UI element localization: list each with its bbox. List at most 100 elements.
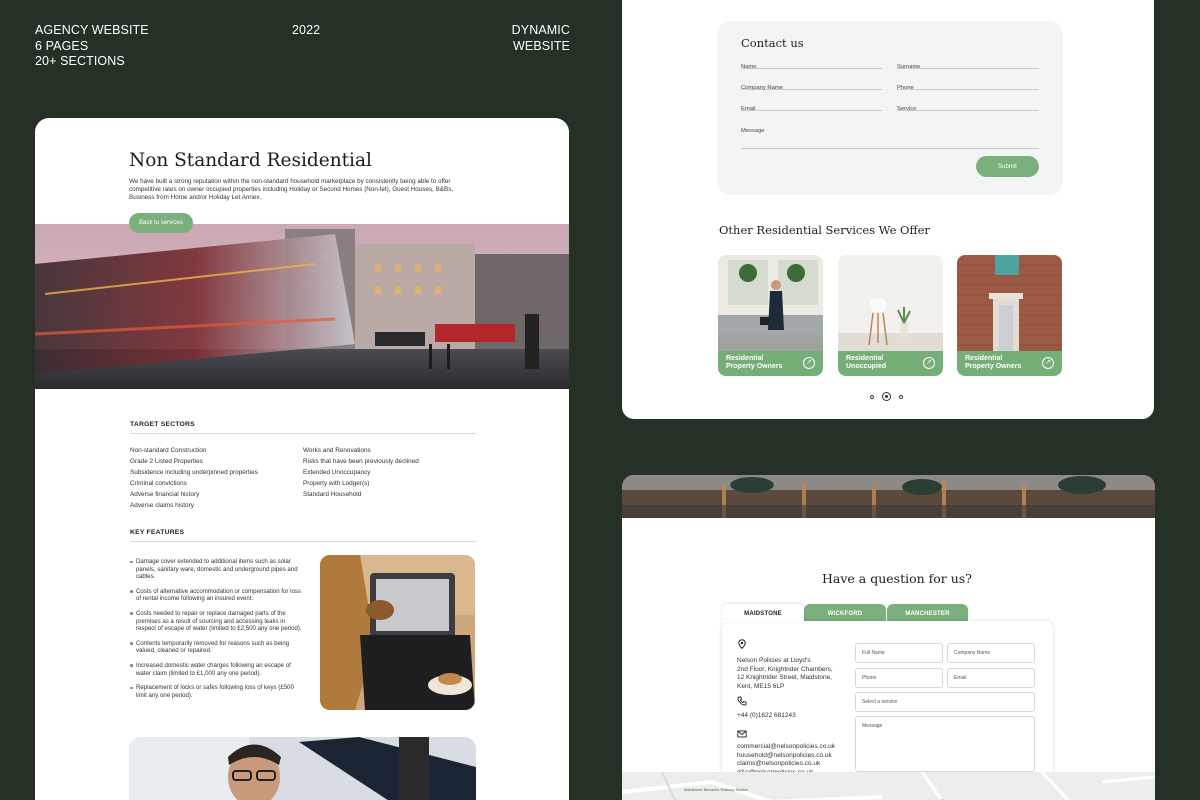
field-label: Message — [741, 128, 765, 134]
carousel-dot-active[interactable] — [882, 392, 891, 401]
service-card-label: Residential Property Owners — [726, 355, 782, 371]
email-link[interactable]: household@nelsonpolicies.co.uk — [737, 752, 835, 761]
service-card-label: Residential Unoccupied — [846, 355, 886, 371]
carousel-dot[interactable] — [899, 394, 903, 399]
field-label: Surname — [897, 64, 921, 70]
sectors-list-right: Works and Renovations Risks that have be… — [303, 445, 419, 500]
map-station-label: Maidstone Barracks Railway Station — [684, 787, 749, 792]
list-item: Risks that have been previously declined — [303, 458, 419, 466]
carousel-dot[interactable] — [870, 394, 874, 399]
office-address: Nelson Policies at Lloyd's 2nd Floor, Kn… — [737, 657, 833, 691]
label-line: Property Owners — [726, 363, 783, 370]
service-card-property-owners-2[interactable]: Residential Property Owners ↗ — [957, 255, 1062, 376]
contact-page-card: Contact us Name Surname Company Name Pho… — [622, 0, 1154, 419]
header-line: AGENCY WEBSITE — [35, 23, 149, 37]
field-label: Name — [741, 64, 757, 70]
full-name-input[interactable]: Full Name — [855, 643, 943, 663]
other-services-title: Other Residential Services We Offer — [719, 223, 930, 237]
back-to-services-button[interactable]: Back to services — [129, 213, 193, 233]
office-interior-illustration — [622, 475, 1155, 518]
list-item: Criminal convictions — [130, 480, 187, 488]
service-field[interactable]: Service — [897, 97, 1039, 112]
surname-field[interactable]: Surname — [897, 55, 1039, 70]
header-line: 20+ SECTIONS — [35, 54, 125, 68]
message-field[interactable]: Message — [741, 119, 1039, 149]
label-line: Residential — [726, 355, 764, 362]
address-line: 12 Knightrider Street, Maidstone, — [737, 674, 833, 681]
office-phone[interactable]: +44 (0)1622 681243 — [737, 712, 796, 721]
header-line: 6 PAGES — [35, 38, 89, 53]
intro-paragraph: We have built a strong reputation within… — [129, 178, 454, 201]
office-interior-photo — [622, 475, 1155, 518]
service-photo — [957, 255, 1062, 352]
service-card-unoccupied[interactable]: Residential Unoccupied ↗ — [838, 255, 943, 376]
list-item: Non-standard Construction — [130, 447, 207, 454]
email-input[interactable]: Email — [947, 668, 1035, 688]
contact-title: Contact us — [741, 36, 804, 50]
street-photo-illustration — [35, 224, 569, 389]
divider — [130, 433, 476, 434]
service-card-footer: Residential Property Owners ↗ — [957, 351, 1062, 376]
list-item: Adverse financial history — [130, 491, 200, 499]
service-card-label: Residential Property Owners — [965, 355, 1021, 371]
address-line: Nelson Policies at Lloyd's — [737, 657, 811, 664]
submit-button[interactable]: Submit — [976, 156, 1039, 177]
page-title: Non Standard Residential — [129, 150, 372, 171]
field-label: Company Name — [741, 85, 783, 91]
header-right: DYNAMIC WEBSITE — [480, 23, 570, 54]
office-contact-panel: Nelson Policies at Lloyd's 2nd Floor, Kn… — [722, 621, 1053, 796]
name-field[interactable]: Name — [741, 55, 882, 70]
email-field[interactable]: Email — [741, 97, 882, 112]
target-sectors-heading: TARGET SECTORS — [130, 421, 195, 428]
location-pin-icon — [738, 639, 746, 649]
header-left: AGENCY WEBSITE 6 PAGES 20+ SECTIONS — [35, 23, 149, 70]
service-select[interactable]: Select a service — [855, 692, 1035, 712]
location-map[interactable]: Maidstone Barracks Railway Station — [622, 770, 1155, 800]
feature-item: Costs needed to repair or replace damage… — [130, 610, 306, 633]
contact-form: Contact us Name Surname Company Name Pho… — [717, 21, 1063, 195]
feature-item: Damage cover extended to additional item… — [130, 558, 306, 581]
label-line: Residential — [846, 355, 884, 362]
field-label: Phone — [897, 85, 914, 91]
question-page-card: Have a question for us? MAIDSTONE WICKFO… — [622, 475, 1155, 800]
label-line: Unoccupied — [846, 363, 887, 370]
service-photo — [718, 255, 823, 352]
company-name-input[interactable]: Company Name — [947, 643, 1035, 663]
key-features-heading: KEY FEATURES — [130, 529, 185, 536]
email-link[interactable]: claims@nelsonpolicies.co.uk — [737, 760, 835, 769]
arrow-icon[interactable]: ↗ — [1042, 357, 1054, 369]
feature-item: Contents temporarily removed for reasons… — [130, 640, 306, 655]
sectors-list-left: Non-standard Construction Grade 2 Listed… — [130, 445, 258, 512]
label-line: Property Owners — [965, 363, 1022, 370]
service-photo — [838, 255, 943, 352]
phone-input[interactable]: Phone — [855, 668, 943, 688]
company-name-field[interactable]: Company Name — [741, 76, 882, 91]
message-textarea[interactable]: Message — [855, 716, 1035, 772]
phone-icon — [737, 696, 747, 706]
arrow-icon[interactable]: ↗ — [923, 357, 935, 369]
address-line: Kent, ME15 6LP — [737, 682, 785, 690]
hero-street-photo — [35, 224, 569, 389]
man-glasses-illustration — [129, 737, 476, 800]
question-title: Have a question for us? — [822, 571, 972, 586]
list-item: Standard Household — [303, 491, 362, 499]
header-year: 2022 — [292, 23, 321, 37]
list-item: Grade 2 Listed Properties — [130, 458, 203, 466]
list-item: Property with Lodger(s) — [303, 480, 370, 488]
service-card-property-owners[interactable]: Residential Property Owners ↗ — [718, 255, 823, 376]
list-item: Extended Unoccupancy — [303, 469, 371, 477]
tab-maidstone[interactable]: MAIDSTONE — [722, 604, 804, 623]
email-link[interactable]: commercial@nelsonpolicies.co.uk — [737, 743, 835, 752]
woman-laptop-photo — [320, 555, 475, 710]
feature-item: Increased domestic water charges followi… — [130, 662, 306, 677]
field-label: Email — [741, 106, 756, 112]
residential-page-card: Non Standard Residential We have built a… — [35, 118, 569, 800]
service-card-footer: Residential Property Owners ↗ — [718, 351, 823, 376]
list-item: Subsidence including underpinned propert… — [130, 469, 258, 477]
header-line: WEBSITE — [513, 38, 570, 53]
phone-field[interactable]: Phone — [897, 76, 1039, 91]
key-features-list: Damage cover extended to additional item… — [130, 558, 306, 706]
feature-item: Replacement of locks or safes following … — [130, 684, 306, 699]
arrow-icon[interactable]: ↗ — [803, 357, 815, 369]
feature-item: Costs of alternative accommodation or co… — [130, 588, 306, 603]
